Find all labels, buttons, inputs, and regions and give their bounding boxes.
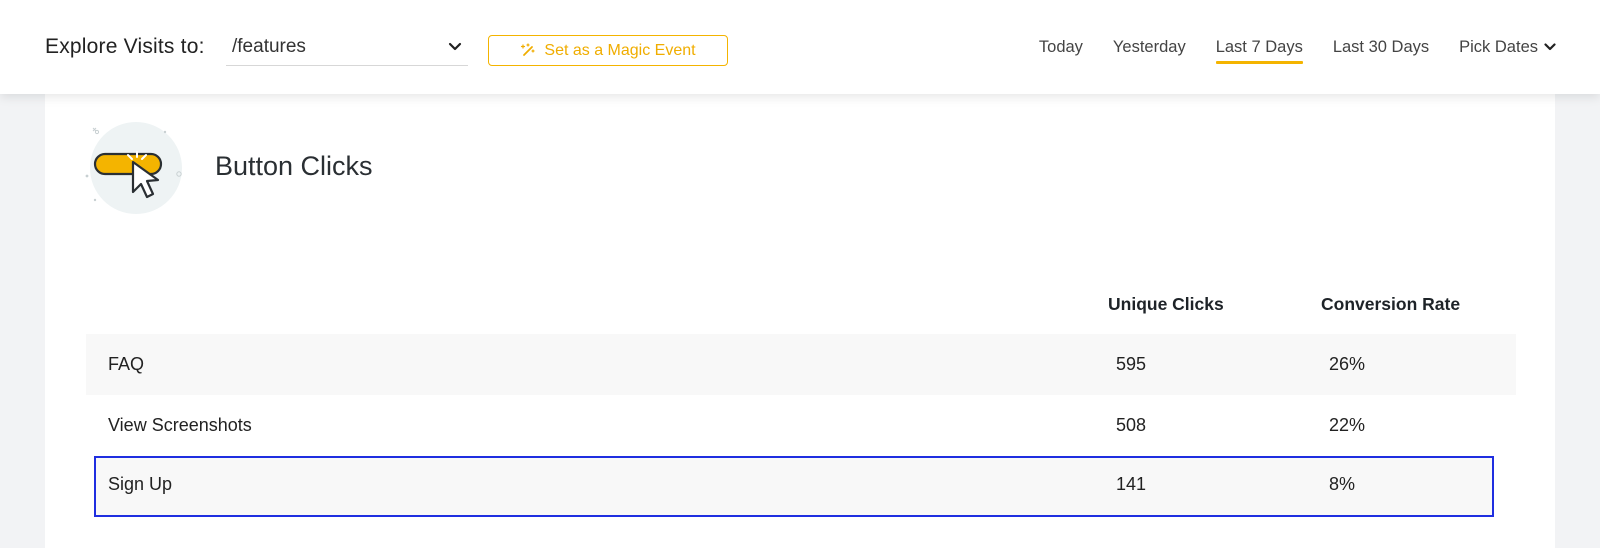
chevron-down-icon bbox=[1544, 43, 1556, 51]
tab-pick-dates[interactable]: Pick Dates bbox=[1459, 38, 1556, 61]
tab-last-30-days-label: Last 30 Days bbox=[1332, 38, 1430, 56]
page-select-value: /features bbox=[232, 36, 306, 57]
tab-today-label: Today bbox=[1038, 38, 1083, 56]
row-name: View Screenshots bbox=[108, 415, 252, 435]
chevron-down-icon bbox=[448, 42, 462, 51]
row-conversion-rate: 26% bbox=[1329, 354, 1366, 374]
card-title: Button Clicks bbox=[215, 151, 373, 181]
table-row[interactable]: View Screenshots 508 22% bbox=[86, 395, 1516, 456]
date-range-tabs: Today Yesterday Last 7 Days Last 30 Days… bbox=[1039, 38, 1556, 64]
row-unique-clicks: 508 bbox=[1116, 415, 1147, 435]
magic-wand-icon bbox=[521, 42, 536, 56]
set-magic-event-button[interactable]: Set as a Magic Event bbox=[488, 35, 728, 66]
button-click-icon bbox=[85, 122, 182, 214]
tab-last-7-days[interactable]: Last 7 Days bbox=[1215, 38, 1303, 64]
page-select[interactable]: /features bbox=[226, 28, 468, 66]
tab-today[interactable]: Today bbox=[1039, 38, 1083, 61]
row-name: Sign Up bbox=[108, 474, 173, 494]
table-header: Unique Clicks Conversion Rate bbox=[86, 284, 1516, 334]
row-conversion-rate: 8% bbox=[1329, 474, 1356, 494]
row-unique-clicks: 595 bbox=[1116, 354, 1147, 374]
row-unique-clicks: 141 bbox=[1116, 474, 1147, 494]
column-conversion-rate[interactable]: Conversion Rate bbox=[1321, 294, 1460, 315]
tab-yesterday-label: Yesterday bbox=[1112, 38, 1186, 56]
tab-pick-dates-label: Pick Dates bbox=[1459, 38, 1538, 56]
row-conversion-rate: 22% bbox=[1329, 415, 1366, 435]
button-clicks-table: Unique Clicks Conversion Rate FAQ 595 26… bbox=[86, 284, 1516, 517]
tab-last-30-days[interactable]: Last 30 Days bbox=[1333, 38, 1429, 61]
tab-last-7-days-label: Last 7 Days bbox=[1215, 38, 1303, 56]
set-magic-event-label: Set as a Magic Event bbox=[544, 41, 696, 59]
top-bar: Explore Visits to: /features Set as a Ma… bbox=[0, 0, 1600, 94]
explore-label: Explore Visits to: bbox=[45, 35, 205, 58]
column-unique-clicks[interactable]: Unique Clicks bbox=[1108, 294, 1224, 315]
tab-yesterday[interactable]: Yesterday bbox=[1113, 38, 1186, 61]
table-row[interactable]: Sign Up 141 8% bbox=[94, 456, 1494, 517]
button-clicks-card: Button Clicks Unique Clicks Conversion R… bbox=[45, 88, 1555, 548]
table-row[interactable]: FAQ 595 26% bbox=[86, 334, 1516, 395]
row-name: FAQ bbox=[108, 354, 145, 374]
